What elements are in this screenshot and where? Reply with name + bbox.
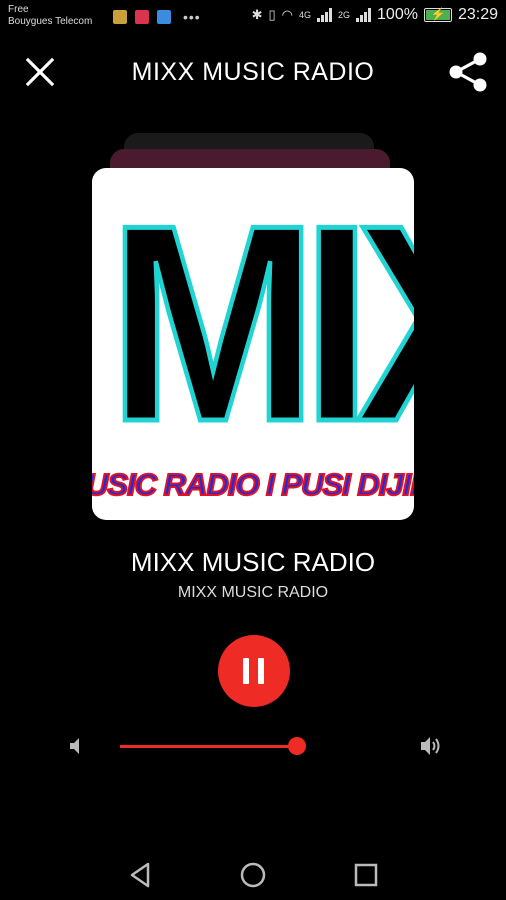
nav-back-button[interactable]	[126, 860, 156, 890]
volume-thumb[interactable]	[288, 737, 306, 755]
system-nav-bar	[0, 850, 506, 900]
share-icon	[449, 52, 487, 92]
wifi-icon: ◠	[281, 7, 293, 22]
battery-percent: 100%	[377, 6, 418, 23]
bluetooth-icon: ✱	[251, 7, 263, 22]
status-bar: Free Bouygues Telecom ••• ✱ ▯ ◠ 4G 2G 10…	[0, 0, 506, 36]
volume-down-button[interactable]	[66, 735, 88, 757]
station-name: MIXX MUSIC RADIO	[130, 547, 376, 577]
carrier-line-2: Bouygues Telecom	[8, 16, 93, 27]
artwork-banner-text: USIC RADIO I PUSI DIJIDARO	[92, 466, 414, 503]
home-icon	[240, 862, 266, 888]
station-subtitle: MIXX MUSIC RADIO	[177, 584, 329, 601]
back-icon	[130, 862, 150, 888]
volume-up-button[interactable]	[418, 733, 446, 759]
nav-home-button[interactable]	[238, 860, 268, 890]
artwork-logo-text: MIXX	[106, 168, 414, 480]
network-2g-label: 2G	[338, 10, 351, 20]
status-indicators: ✱ ▯ ◠ 4G 2G 100% ⚡ 23:29	[252, 6, 498, 24]
network-4g-label: 4G	[299, 10, 312, 20]
signal-icon	[356, 8, 372, 22]
volume-slider[interactable]	[120, 737, 306, 755]
notification-app-icon	[157, 10, 171, 24]
more-notifications-icon: •••	[183, 9, 201, 25]
notification-icons: •••	[113, 9, 201, 25]
notification-app-icon	[135, 10, 149, 24]
clock: 23:29	[457, 6, 498, 23]
nav-recents-button[interactable]	[351, 860, 381, 890]
vibrate-icon: ▯	[268, 7, 276, 22]
carrier-line-1: Free	[8, 4, 29, 15]
carrier-label: Free Bouygues Telecom	[8, 4, 92, 28]
volume-low-icon	[70, 738, 79, 754]
notification-app-icon	[113, 10, 127, 24]
artwork-banner: USIC RADIO I PUSI DIJIDARO	[92, 463, 414, 509]
battery-icon: ⚡	[423, 7, 452, 22]
share-button[interactable]	[446, 50, 490, 94]
volume-track	[120, 745, 298, 748]
pause-button[interactable]	[218, 635, 290, 707]
volume-high-icon	[421, 737, 440, 755]
page-title: MIXX MUSIC RADIO	[131, 58, 375, 86]
recents-icon	[354, 863, 378, 887]
signal-icon	[317, 8, 333, 22]
